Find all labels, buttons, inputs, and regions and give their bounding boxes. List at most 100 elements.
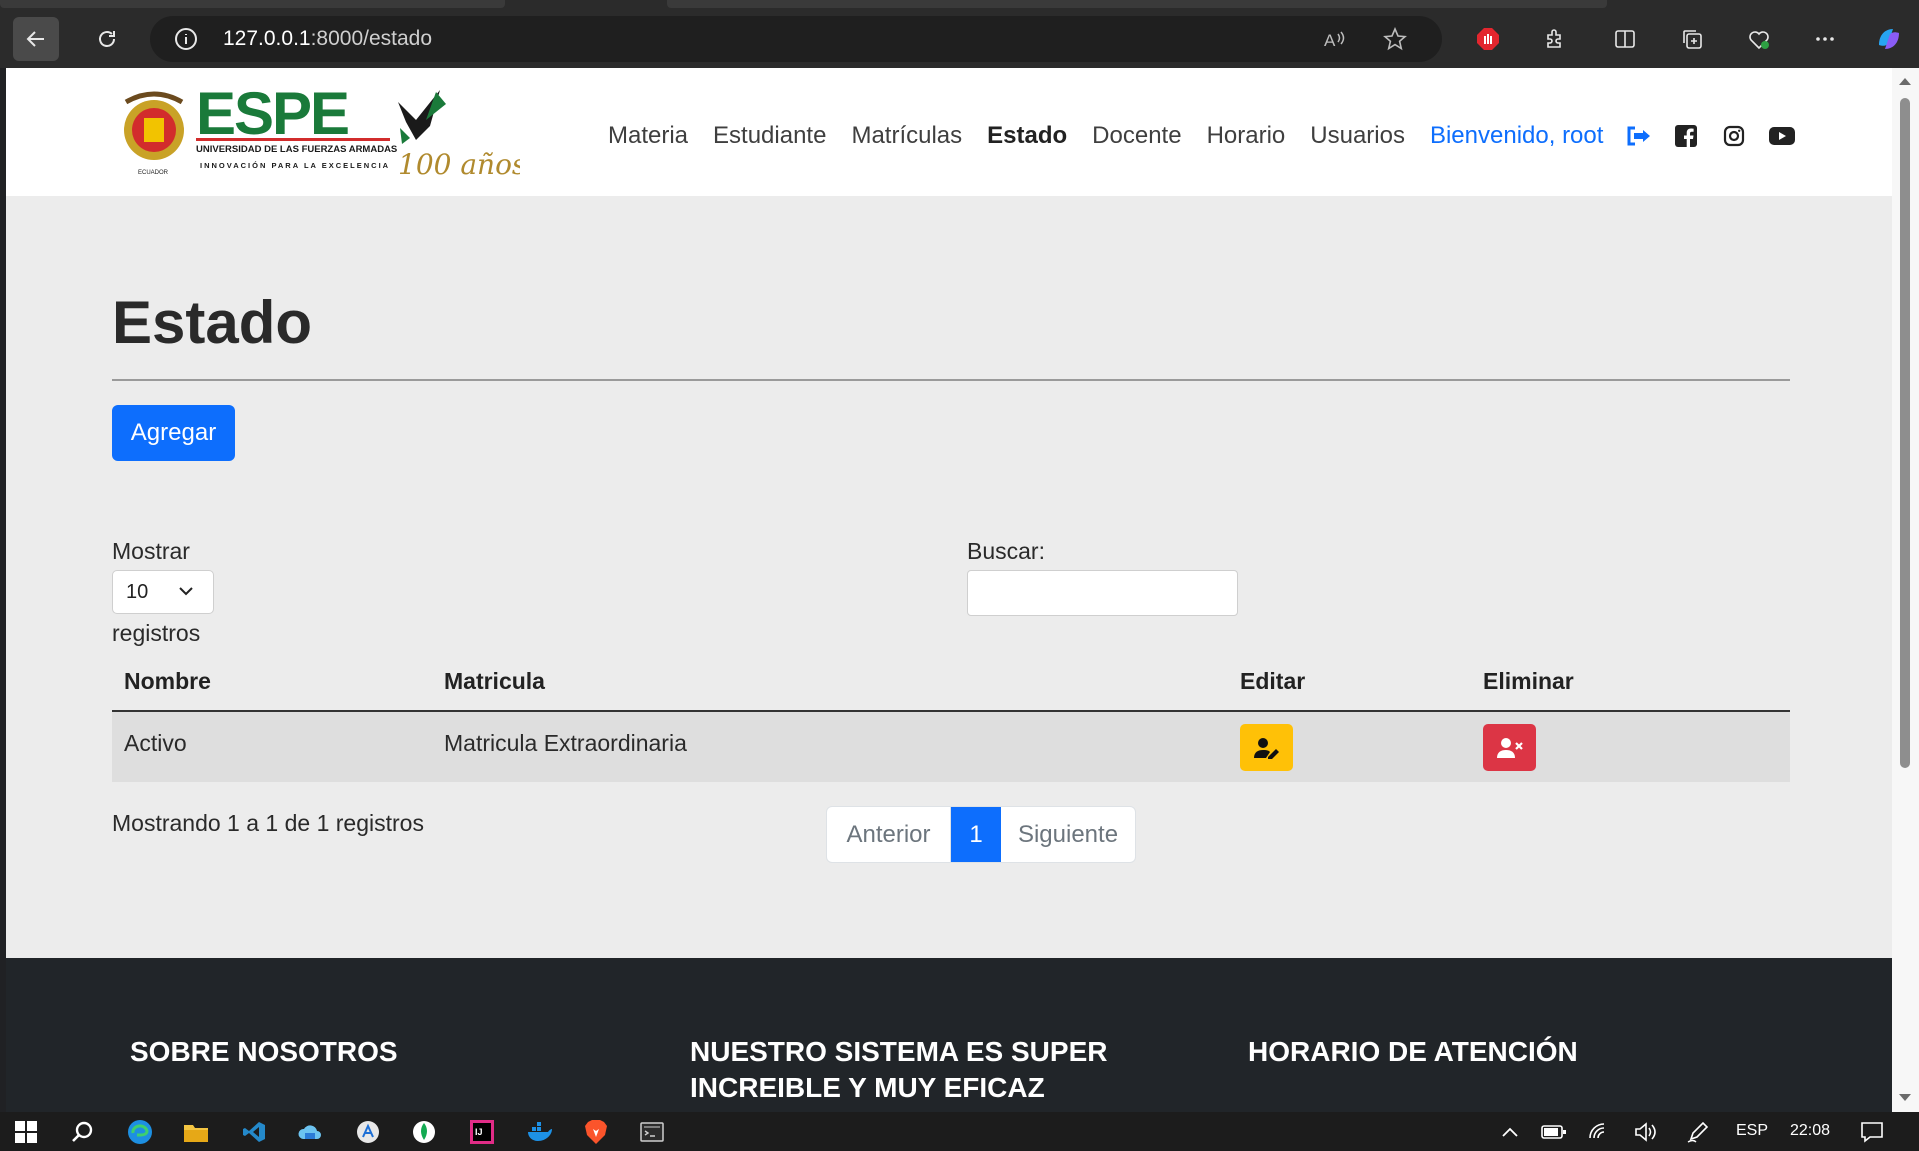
nav-link-estudiante[interactable]: Estudiante: [713, 122, 826, 150]
file-explorer-icon[interactable]: [182, 1118, 210, 1146]
pagination-next[interactable]: Siguiente: [1001, 807, 1135, 862]
site-footer: SOBRE NOSOTROS NUESTRO SISTEMA ES SUPER …: [6, 958, 1892, 1112]
arrow-left-icon: [26, 31, 44, 47]
footer-heading-hours: HORARIO DE ATENCIÓN: [1248, 1036, 1578, 1067]
back-button[interactable]: [13, 17, 59, 61]
adblock-extension-icon[interactable]: [1465, 17, 1511, 61]
notifications-icon[interactable]: [1858, 1118, 1886, 1146]
nav-link-horario[interactable]: Horario: [1207, 122, 1286, 150]
edge-browser-icon[interactable]: [126, 1118, 154, 1146]
extensions-icon[interactable]: [1532, 17, 1578, 61]
reload-icon: [99, 31, 115, 47]
pagination: Anterior 1 Siguiente: [826, 806, 1136, 863]
add-button[interactable]: Agregar: [112, 405, 235, 461]
browser-tab[interactable]: [667, 0, 1607, 8]
footer-heading-system: NUESTRO SISTEMA ES SUPER INCREIBLE Y MUY…: [690, 1034, 1107, 1106]
site-info-icon[interactable]: [174, 27, 198, 55]
more-menu-icon[interactable]: [1802, 17, 1848, 61]
svg-text:UNIVERSIDAD DE LAS FUERZAS ARM: UNIVERSIDAD DE LAS FUERZAS ARMADAS: [196, 144, 397, 155]
browser-essentials-icon[interactable]: [1736, 17, 1782, 61]
browser-tab[interactable]: [0, 0, 505, 8]
site-navbar: ECUADOR ESPE UNIVERSIDAD DE LAS FUERZAS …: [6, 68, 1892, 196]
browser-tabstrip: [0, 0, 1919, 10]
title-divider: [112, 379, 1790, 381]
espe-logo[interactable]: ECUADOR ESPE UNIVERSIDAD DE LAS FUERZAS …: [116, 80, 526, 182]
page-viewport: ECUADOR ESPE UNIVERSIDAD DE LAS FUERZAS …: [6, 68, 1892, 1112]
footer-heading-about: SOBRE NOSOTROS: [130, 1036, 398, 1067]
svg-text:IJ: IJ: [475, 1127, 483, 1137]
chevron-up-icon[interactable]: [1496, 1118, 1524, 1146]
terminal-icon[interactable]: [638, 1118, 666, 1146]
input-language[interactable]: ESP: [1736, 1122, 1768, 1140]
pen-icon[interactable]: [1684, 1118, 1712, 1146]
cloud-app-icon[interactable]: [296, 1118, 324, 1146]
footer-heading-system-line2: INCREIBLE Y MUY EFICAZ: [690, 1072, 1045, 1103]
logout-icon[interactable]: [1625, 123, 1651, 149]
copilot-icon[interactable]: [1866, 17, 1912, 61]
browser-toolbar: 127.0.0.1:8000/estado A: [0, 10, 1919, 68]
svg-text:ECUADOR: ECUADOR: [138, 170, 169, 176]
youtube-icon[interactable]: [1769, 123, 1796, 149]
nav-link-estado[interactable]: Estado: [987, 122, 1067, 150]
page-title: Estado: [112, 289, 313, 356]
svg-text:ESPE: ESPE: [196, 82, 348, 147]
main-nav: Materia Estudiante Matrículas Estado Doc…: [608, 118, 1817, 154]
user-delete-icon: [1496, 737, 1523, 758]
collections-icon[interactable]: [1669, 17, 1715, 61]
entries-per-page-value: 10: [126, 581, 149, 603]
url-path: :8000/estado: [310, 27, 433, 50]
brave-browser-icon[interactable]: [582, 1118, 610, 1146]
facebook-icon[interactable]: [1673, 123, 1699, 149]
battery-icon[interactable]: [1540, 1118, 1568, 1146]
scroll-up-arrow-icon[interactable]: [1899, 78, 1911, 85]
svg-text:INNOVACIÓN PARA LA EXCELENCIA: INNOVACIÓN PARA LA EXCELENCIA: [200, 161, 390, 170]
delete-button[interactable]: [1483, 724, 1536, 771]
edit-button[interactable]: [1240, 724, 1293, 771]
read-aloud-icon[interactable]: A: [1320, 24, 1350, 54]
nav-link-matriculas[interactable]: Matrículas: [851, 122, 962, 150]
pagination-page-1[interactable]: 1: [951, 807, 1001, 862]
windows-taskbar: IJ ESP 22:08: [0, 1112, 1919, 1151]
docker-icon[interactable]: [526, 1118, 554, 1146]
user-edit-icon: [1253, 737, 1279, 759]
table-info: Mostrando 1 a 1 de 1 registros: [112, 810, 424, 836]
search-label: Buscar:: [967, 538, 1045, 564]
chevron-down-icon: [176, 581, 196, 605]
cell-nombre: Activo: [124, 730, 187, 756]
svg-text:100 años: 100 años: [398, 148, 520, 181]
scroll-down-arrow-icon[interactable]: [1899, 1094, 1911, 1101]
url-text[interactable]: 127.0.0.1:8000/estado: [223, 27, 432, 51]
search-icon[interactable]: [68, 1118, 96, 1146]
pagination-previous[interactable]: Anterior: [827, 807, 951, 862]
address-bar[interactable]: 127.0.0.1:8000/estado A: [150, 16, 1442, 62]
windows-start-icon[interactable]: [12, 1118, 40, 1146]
nav-link-usuarios[interactable]: Usuarios: [1310, 122, 1405, 150]
split-screen-icon[interactable]: [1602, 17, 1648, 61]
column-header-matricula[interactable]: Matricula: [444, 668, 545, 695]
reload-button[interactable]: [84, 17, 130, 61]
column-header-eliminar[interactable]: Eliminar: [1483, 668, 1574, 695]
volume-icon[interactable]: [1632, 1118, 1660, 1146]
jetbrains-icon[interactable]: IJ: [468, 1118, 496, 1146]
vscode-icon[interactable]: [240, 1118, 268, 1146]
footer-heading-system-line1: NUESTRO SISTEMA ES SUPER: [690, 1036, 1108, 1067]
instagram-icon[interactable]: [1721, 123, 1747, 149]
records-label: registros: [112, 620, 201, 646]
page-scrollbar[interactable]: [1892, 68, 1919, 1112]
app-store-icon[interactable]: [354, 1118, 382, 1146]
svg-text:A: A: [1324, 31, 1336, 50]
welcome-user-link[interactable]: Bienvenido, root: [1430, 122, 1603, 150]
scrollbar-thumb[interactable]: [1900, 98, 1910, 768]
column-header-editar[interactable]: Editar: [1240, 668, 1305, 695]
nav-link-materia[interactable]: Materia: [608, 122, 688, 150]
wifi-icon[interactable]: [1586, 1118, 1614, 1146]
entries-per-page-select[interactable]: 10: [112, 570, 214, 614]
nav-link-docente[interactable]: Docente: [1092, 122, 1181, 150]
mongodb-icon[interactable]: [410, 1118, 438, 1146]
clock-time[interactable]: 22:08: [1790, 1122, 1830, 1140]
favorite-star-icon[interactable]: [1380, 24, 1410, 54]
search-input[interactable]: [967, 570, 1238, 616]
url-host: 127.0.0.1: [223, 27, 311, 50]
column-header-nombre[interactable]: Nombre: [124, 668, 211, 695]
espe-crest-icon: ECUADOR ESPE UNIVERSIDAD DE LAS FUERZAS …: [124, 80, 526, 181]
